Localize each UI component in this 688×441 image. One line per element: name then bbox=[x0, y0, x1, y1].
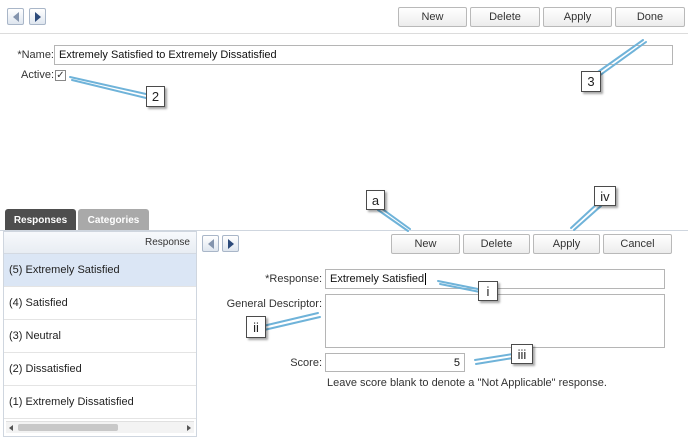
callout-2: 2 bbox=[146, 86, 165, 107]
callout-ii-line bbox=[262, 312, 321, 331]
callout-iii: iii bbox=[511, 344, 533, 364]
callout-iii-line bbox=[474, 353, 514, 365]
callout-i-line bbox=[437, 280, 481, 293]
callout-lines bbox=[69, 39, 647, 365]
callout-3: 3 bbox=[581, 71, 601, 92]
callout-2-line bbox=[69, 76, 147, 99]
callout-iv: iv bbox=[594, 186, 616, 206]
callout-ii: ii bbox=[246, 316, 266, 338]
callout-a-line bbox=[377, 207, 411, 232]
callout-a: a bbox=[366, 190, 385, 210]
callout-i: i bbox=[478, 281, 498, 301]
callout-iv-line bbox=[570, 202, 602, 231]
